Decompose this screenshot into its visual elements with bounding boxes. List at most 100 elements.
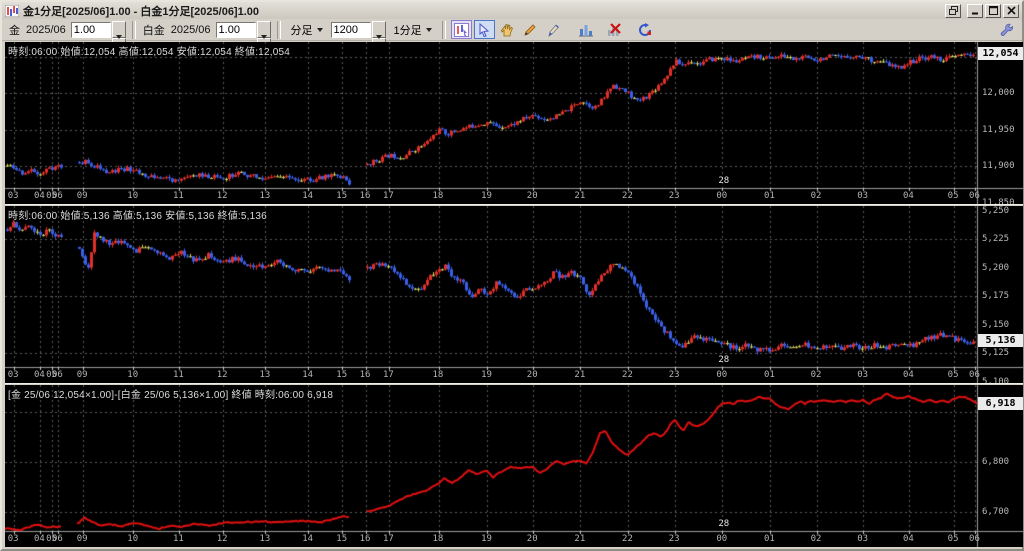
- platinum-candlestick-canvas[interactable]: [5, 206, 1023, 383]
- window-title: 金1分足[2025/06]1.00 - 白金1分足[2025/06]1.00: [23, 3, 945, 19]
- y-axis-price-label: 12,000: [982, 88, 1015, 98]
- bar-count-spinner: [331, 21, 386, 39]
- x-axis-tick-label: 16: [360, 191, 371, 201]
- x-axis-tick-label: 21: [574, 370, 585, 380]
- x-axis-tick-label: 15: [336, 191, 347, 201]
- x-axis-tick-label: 00: [716, 534, 727, 544]
- marker-pen-tool-button[interactable]: [543, 20, 564, 39]
- x-axis-tick-label: 14: [302, 534, 313, 544]
- x-axis-tick-label: 06: [52, 370, 63, 380]
- x-axis-tick-label: 10: [127, 191, 138, 201]
- refresh-icon: [638, 23, 653, 37]
- x-axis-tick-label: 06: [969, 534, 980, 544]
- minimize-button[interactable]: [967, 4, 983, 18]
- x-axis-tick-label: 01: [764, 191, 775, 201]
- x-axis-tick-label: 03: [8, 191, 19, 201]
- x-axis-tick-label: 04: [34, 370, 45, 380]
- platinum-month-label: 2025/06: [171, 24, 211, 36]
- x-axis-tick-label: 04: [903, 191, 914, 201]
- chart-panel-spread: [金 25/06 12,054×1.00]-[白金 25/06 5,136×1.…: [5, 385, 1023, 547]
- gold-multiplier-input[interactable]: [71, 22, 111, 38]
- date-change-label: 28: [718, 355, 729, 365]
- pencil-icon: [523, 23, 537, 37]
- x-axis-tick-label: 05: [948, 370, 959, 380]
- gold-candlestick-canvas[interactable]: [5, 42, 1023, 204]
- x-axis-tick-label: 11: [173, 370, 184, 380]
- x-axis-tick-label: 17: [383, 534, 394, 544]
- title-bar: 金1分足[2025/06]1.00 - 白金1分足[2025/06]1.00: [2, 2, 1022, 19]
- period-dropdown[interactable]: 1分足: [389, 20, 437, 40]
- x-axis-tick-label: 02: [811, 370, 822, 380]
- x-axis-tick-label: 04: [903, 370, 914, 380]
- app-window: 金1分足[2025/06]1.00 - 白金1分足[2025/06]1.00 金…: [0, 0, 1024, 551]
- x-axis-tick-label: 03: [8, 370, 19, 380]
- delete-chart-icon: [607, 23, 622, 37]
- gold-month-label: 2025/06: [26, 24, 66, 36]
- gold-ohlc-readout: 時刻:06:00 始値:12,054 高値:12,054 安値:12,054 終…: [8, 43, 290, 58]
- refresh-button[interactable]: [635, 20, 656, 39]
- chevron-down-icon: [317, 28, 323, 32]
- maximize-button[interactable]: [985, 4, 1001, 18]
- period-label: 1分足: [394, 22, 422, 38]
- x-axis-tick-label: 12: [217, 534, 228, 544]
- x-axis-tick-label: 14: [302, 191, 313, 201]
- x-axis-tick-label: 23: [669, 191, 680, 201]
- x-axis-tick-label: 04: [34, 191, 45, 201]
- spread-line-canvas[interactable]: [5, 385, 1023, 547]
- platinum-multiplier-input[interactable]: [216, 22, 256, 38]
- x-axis-tick-label: 00: [716, 370, 727, 380]
- interval-type-label: 分足: [291, 22, 313, 38]
- x-axis-tick-label: 20: [527, 534, 538, 544]
- y-axis-price-label: 6,700: [982, 507, 1009, 517]
- x-axis-tick-label: 22: [622, 534, 633, 544]
- gold-multiplier-spinner: [71, 21, 126, 39]
- chart-panel-gold: 時刻:06:00 始値:12,054 高値:12,054 安値:12,054 終…: [5, 42, 1023, 204]
- date-change-label: 28: [718, 176, 729, 186]
- x-axis-tick-label: 13: [259, 534, 270, 544]
- marker-pen-icon: [546, 23, 560, 37]
- x-axis-tick-label: 02: [811, 191, 822, 201]
- chart-type-dropdown-button[interactable]: [572, 20, 602, 39]
- pencil-tool-button[interactable]: [520, 20, 541, 39]
- x-axis-tick-label: 11: [173, 534, 184, 544]
- x-axis-tick-label: 14: [302, 370, 313, 380]
- x-axis-tick-label: 05: [948, 534, 959, 544]
- cascade-windows-button[interactable]: [945, 4, 961, 18]
- date-change-label: 28: [718, 519, 729, 529]
- interval-type-dropdown[interactable]: 分足: [286, 20, 328, 40]
- x-axis-tick-label: 04: [34, 534, 45, 544]
- x-axis-tick-label: 06: [52, 534, 63, 544]
- maximize-icon: [989, 6, 998, 15]
- x-axis-tick-label: 03: [8, 534, 19, 544]
- platinum-multiplier-spinner: [216, 21, 271, 39]
- x-axis-tick-label: 13: [259, 191, 270, 201]
- x-axis-tick-label: 18: [433, 370, 444, 380]
- wrench-icon: [1000, 23, 1014, 37]
- x-axis-tick-label: 19: [481, 370, 492, 380]
- x-axis-tick-label: 06: [52, 191, 63, 201]
- y-axis-price-label: 5,175: [982, 291, 1009, 301]
- x-axis-tick-label: 16: [360, 370, 371, 380]
- x-axis-tick-label: 04: [903, 534, 914, 544]
- x-axis-tick-label: 16: [360, 534, 371, 544]
- platinum-current-price-badge: 5,136: [978, 334, 1023, 347]
- settings-wrench-button[interactable]: [996, 20, 1017, 39]
- pan-hand-tool-button[interactable]: [497, 20, 518, 39]
- x-axis-tick-label: 01: [764, 370, 775, 380]
- x-axis-tick-label: 20: [527, 191, 538, 201]
- x-axis-tick-label: 03: [857, 191, 868, 201]
- close-button[interactable]: [1003, 4, 1019, 18]
- x-axis-tick-label: 06: [969, 370, 980, 380]
- select-cursor-tool-button[interactable]: [474, 20, 495, 39]
- x-axis-tick-label: 12: [217, 370, 228, 380]
- x-axis-tick-label: 05: [948, 191, 959, 201]
- chart-area: 時刻:06:00 始値:12,054 高値:12,054 安値:12,054 終…: [5, 42, 1023, 547]
- delete-chart-button[interactable]: [604, 20, 625, 39]
- candle-cursor-icon: [454, 23, 469, 37]
- candle-cursor-tool-button[interactable]: [451, 20, 472, 39]
- x-axis-tick-label: 10: [127, 534, 138, 544]
- chevron-down-icon: [426, 28, 432, 32]
- x-axis-tick-label: 18: [433, 191, 444, 201]
- x-axis-tick-label: 15: [336, 370, 347, 380]
- bar-count-input[interactable]: [331, 22, 371, 38]
